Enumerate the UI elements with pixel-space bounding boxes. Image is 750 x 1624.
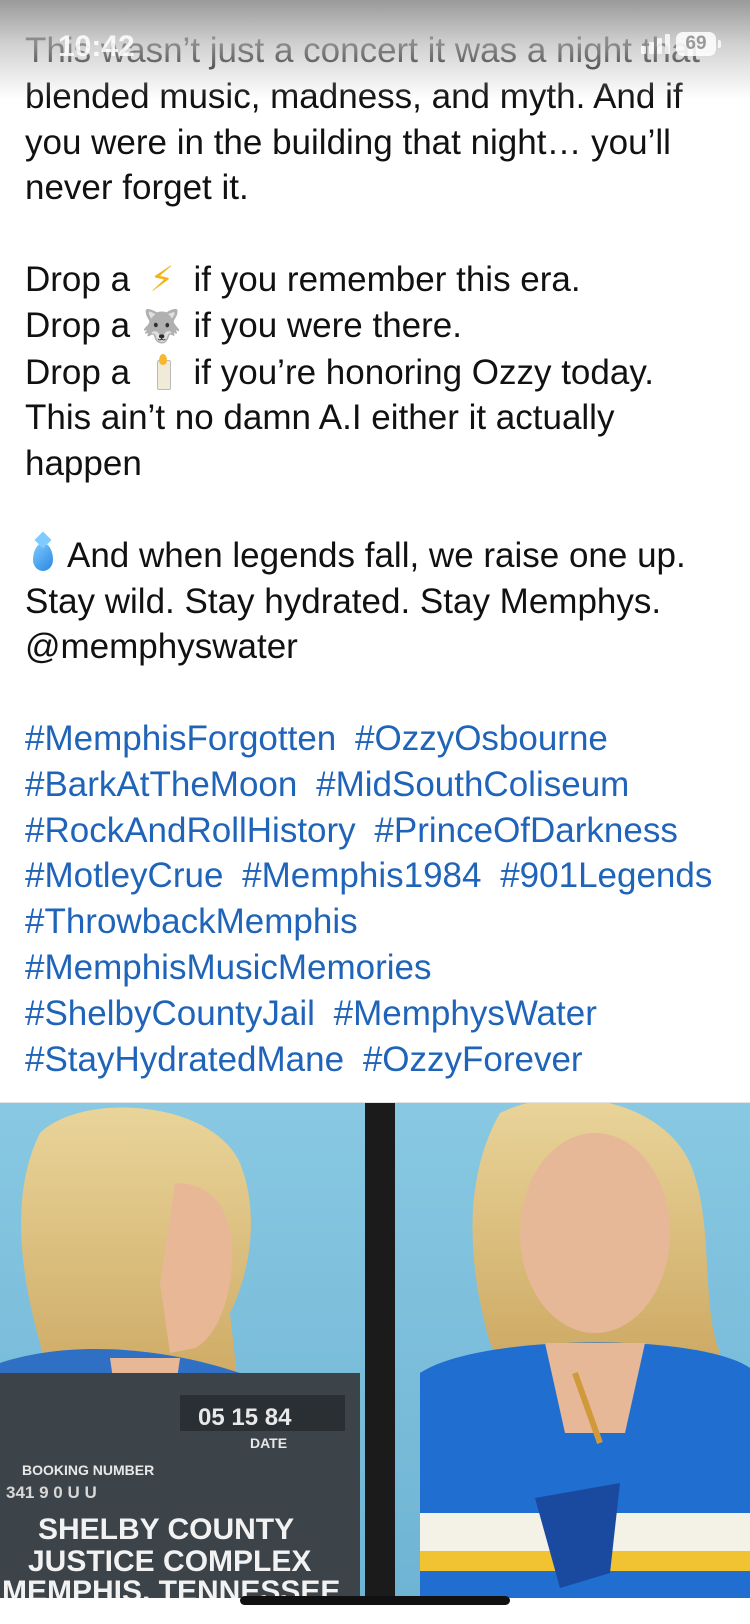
- hashtag-link[interactable]: #RockAndRollHistory: [25, 811, 356, 850]
- post-body: This wasn’t just a concert it was a nigh…: [25, 28, 737, 1082]
- drop-line: Drop a if you’re honoring Ozzy today.: [25, 350, 737, 396]
- booking-value: 341 9 0 U U: [6, 1483, 97, 1502]
- drop-line: Drop a 🐺 if you were there.: [25, 303, 737, 350]
- hashtag-link[interactable]: #MemphysWater: [334, 994, 597, 1033]
- hashtag-link[interactable]: #ShelbyCountyJail: [25, 994, 315, 1033]
- closing-text: And when legends fall, we raise one up. …: [25, 535, 686, 667]
- placard-line1: SHELBY COUNTY: [38, 1513, 294, 1546]
- hashtag-link[interactable]: #901Legends: [500, 856, 712, 895]
- status-bar: 10:42 69: [0, 0, 750, 100]
- mugshot-image: 05 15 84 DATE BOOKING NUMBER 341 9 0 U U…: [0, 1103, 750, 1598]
- ai-disclaimer: This ain’t no damn A.I either it actuall…: [25, 398, 615, 484]
- hashtag-list: #MemphisForgotten #OzzyOsbourne #BarkAtT…: [25, 716, 737, 1082]
- status-indicators: 69: [641, 32, 721, 56]
- signal-icon: [641, 34, 670, 54]
- post-photo[interactable]: 05 15 84 DATE BOOKING NUMBER 341 9 0 U U…: [0, 1103, 750, 1598]
- droplet-icon: [33, 542, 53, 571]
- closing-paragraph: And when legends fall, we raise one up. …: [25, 533, 737, 670]
- home-indicator[interactable]: [240, 1596, 510, 1605]
- date-label: DATE: [250, 1435, 287, 1451]
- booking-label: BOOKING NUMBER: [22, 1462, 154, 1478]
- hashtag-link[interactable]: #Memphis1984: [242, 856, 481, 895]
- hashtag-link[interactable]: #OzzyForever: [363, 1040, 583, 1079]
- hashtag-link[interactable]: #MemphisMusicMemories: [25, 948, 431, 987]
- status-time: 10:42: [58, 30, 135, 63]
- battery-icon: 69: [676, 32, 721, 56]
- placard-line3: MEMPHIS, TENNESSEE: [2, 1575, 340, 1598]
- hashtag-link[interactable]: #PrinceOfDarkness: [374, 811, 677, 850]
- hashtag-link[interactable]: #OzzyOsbourne: [355, 719, 608, 758]
- drop-line: Drop a ⚡ if you remember this era.: [25, 257, 737, 303]
- placard-line2: JUSTICE COMPLEX: [28, 1545, 311, 1578]
- hashtag-link[interactable]: #MemphisForgotten: [25, 719, 336, 758]
- candle-icon: [140, 350, 184, 396]
- hashtag-link[interactable]: #BarkAtTheMoon: [25, 765, 297, 804]
- hashtag-link[interactable]: #ThrowbackMemphis: [25, 902, 358, 941]
- hashtag-link[interactable]: #MotleyCrue: [25, 856, 223, 895]
- hashtag-link[interactable]: #MidSouthColiseum: [316, 765, 629, 804]
- wolf-icon: 🐺: [141, 307, 182, 344]
- date-value: 05 15 84: [198, 1404, 292, 1431]
- lightning-icon: ⚡: [149, 259, 175, 299]
- hashtag-link[interactable]: #StayHydratedMane: [25, 1040, 344, 1079]
